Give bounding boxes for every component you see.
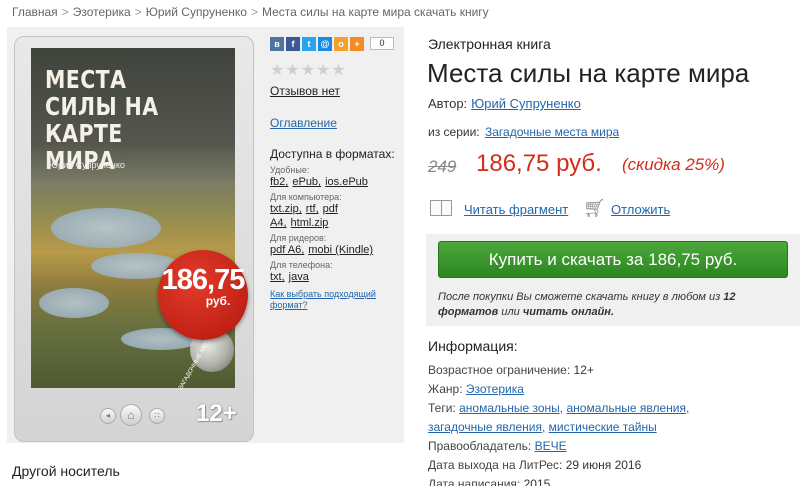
twitter-icon[interactable]: t: [302, 37, 316, 51]
toc-link[interactable]: Оглавление: [270, 116, 337, 130]
format-link[interactable]: pdf A6,: [270, 244, 304, 256]
note-prefix: После покупки Вы сможете скачать книгу в…: [438, 291, 721, 303]
info-value: 2015: [523, 477, 551, 486]
info-row-tags: Теги: аномальные зоны, аномальные явлени…: [428, 399, 798, 418]
defer-link[interactable]: Отложить: [611, 202, 670, 217]
prev-page-icon[interactable]: ◂: [100, 408, 116, 424]
format-link[interactable]: ios.ePub: [325, 176, 368, 188]
format-group-values: fb2, ePub, ios.ePub: [270, 175, 400, 189]
breadcrumb-author[interactable]: Юрий Супруненко: [146, 5, 247, 19]
share-bar: в f t @ о + 0: [270, 37, 394, 51]
series-link[interactable]: Загадочные места мира: [485, 125, 619, 139]
tag-link[interactable]: аномальные явления,: [566, 401, 689, 415]
current-price: 186,75 руб.: [476, 150, 602, 177]
breadcrumb-home[interactable]: Главная: [12, 5, 58, 19]
info-label: Дата написания:: [428, 477, 521, 486]
menu-dots-icon[interactable]: ∷: [149, 408, 165, 424]
format-group-values: txt, java: [270, 270, 400, 284]
series-line: из серии: Загадочные места мира: [428, 125, 619, 139]
note-or: или: [501, 306, 520, 318]
format-link[interactable]: html.zip: [291, 217, 329, 229]
format-link[interactable]: txt.zip,: [270, 203, 302, 215]
author-label: Автор:: [428, 96, 468, 111]
info-value: 12+: [573, 363, 594, 377]
info-label: Правообладатель:: [428, 439, 532, 453]
tag-link[interactable]: аномальные зоны,: [459, 401, 563, 415]
odnoklassniki-icon[interactable]: о: [334, 37, 348, 51]
plus-icon[interactable]: +: [350, 37, 364, 51]
old-price: 249: [428, 157, 457, 176]
share-count: 0: [370, 37, 394, 50]
info-label: Возрастное ограничение:: [428, 363, 571, 377]
rights-holder-link[interactable]: ВЕЧЕ: [535, 439, 567, 453]
info-list: Возрастное ограничение: 12+ Жанр: Эзотер…: [428, 361, 798, 486]
price-sticker-amount: 186,75: [161, 264, 246, 296]
format-link[interactable]: java: [289, 271, 309, 283]
cover-title: МЕСТА СИЛЫ НА КАРТЕ МИРА: [45, 65, 159, 175]
book-open-icon[interactable]: [430, 200, 452, 216]
cover-author: Юрий Супруненко: [49, 160, 125, 170]
tag-link[interactable]: загадочные явления,: [428, 420, 545, 434]
price-sticker: 186,75 руб.: [158, 250, 248, 340]
read-fragment-link[interactable]: Читать фрагмент: [464, 202, 568, 217]
breadcrumb-genre[interactable]: Эзотерика: [73, 5, 131, 19]
cover-lake-shape: [39, 288, 109, 318]
tag-link[interactable]: мистические тайны: [549, 420, 657, 434]
formats-block: Доступна в форматах: Удобные: fb2, ePub, i…: [270, 147, 400, 311]
note-online: читать онлайн.: [522, 306, 615, 318]
format-group-label: Удобные:: [270, 165, 310, 175]
info-label: Жанр:: [428, 382, 463, 396]
genre-link[interactable]: Эзотерика: [466, 382, 524, 396]
series-label: из серии:: [428, 125, 480, 139]
format-help-link[interactable]: Как выбрать подходящий формат?: [270, 289, 400, 311]
info-row-tags-cont: загадочные явления, мистические тайны: [428, 418, 798, 437]
format-group-values: pdf A6, mobi (Kindle): [270, 243, 400, 257]
rating-stars[interactable]: ★★★★★: [270, 60, 347, 80]
info-row-release: Дата выхода на ЛитРес: 29 июня 2016: [428, 456, 798, 475]
home-icon[interactable]: ⌂: [120, 404, 142, 426]
breadcrumb: Главная > Эзотерика > Юрий Супруненко > Места …: [12, 5, 489, 19]
info-row-rights: Правообладатель: ВЕЧЕ: [428, 437, 798, 456]
info-value: 29 июня 2016: [565, 458, 642, 472]
mail-icon[interactable]: @: [318, 37, 332, 51]
info-label: Теги:: [428, 401, 456, 415]
cover-lake-shape: [51, 208, 161, 248]
discount-label: (скидка 25%): [622, 155, 725, 174]
format-link[interactable]: mobi (Kindle): [308, 244, 373, 256]
vk-icon[interactable]: в: [270, 37, 284, 51]
author-line: Автор: Юрий Супруненко: [428, 96, 581, 111]
format-link[interactable]: ePub,: [292, 176, 321, 188]
author-link[interactable]: Юрий Супруненко: [471, 96, 581, 111]
page-title: Места силы на карте мира: [427, 58, 750, 88]
format-group-label: Для ридеров:: [270, 233, 327, 243]
buy-button[interactable]: Купить и скачать за 186,75 руб.: [438, 241, 788, 278]
purchase-note: После покупки Вы сможете скачать книгу в…: [438, 290, 768, 320]
breadcrumb-separator: >: [134, 5, 142, 19]
breadcrumb-current: Места силы на карте мира скачать книгу: [261, 5, 489, 19]
breadcrumb-separator: >: [61, 5, 69, 19]
format-group-label: Для компьютера:: [270, 192, 342, 202]
facebook-icon[interactable]: f: [286, 37, 300, 51]
age-rating-badge: 12+: [196, 400, 237, 427]
format-link[interactable]: txt,: [270, 271, 285, 283]
format-link[interactable]: rtf,: [306, 203, 319, 215]
format-link[interactable]: fb2,: [270, 176, 288, 188]
product-type-label: Электронная книга: [428, 36, 551, 52]
info-heading: Информация:: [428, 338, 518, 354]
format-group-values: txt.zip, rtf, pdf A4, html.zip: [270, 202, 400, 230]
breadcrumb-separator: >: [250, 5, 258, 19]
info-label: Дата выхода на ЛитРес:: [428, 458, 563, 472]
info-row-genre: Жанр: Эзотерика: [428, 380, 798, 399]
info-row-age: Возрастное ограничение: 12+: [428, 361, 798, 380]
cart-icon[interactable]: 🛒︎: [583, 198, 606, 219]
other-medium-heading: Другой носитель: [12, 463, 120, 479]
formats-heading: Доступна в форматах:: [270, 147, 395, 161]
reviews-link[interactable]: Отзывов нет: [270, 84, 340, 98]
format-group-label: Для телефона:: [270, 260, 333, 270]
info-row-written: Дата написания: 2015: [428, 475, 798, 486]
